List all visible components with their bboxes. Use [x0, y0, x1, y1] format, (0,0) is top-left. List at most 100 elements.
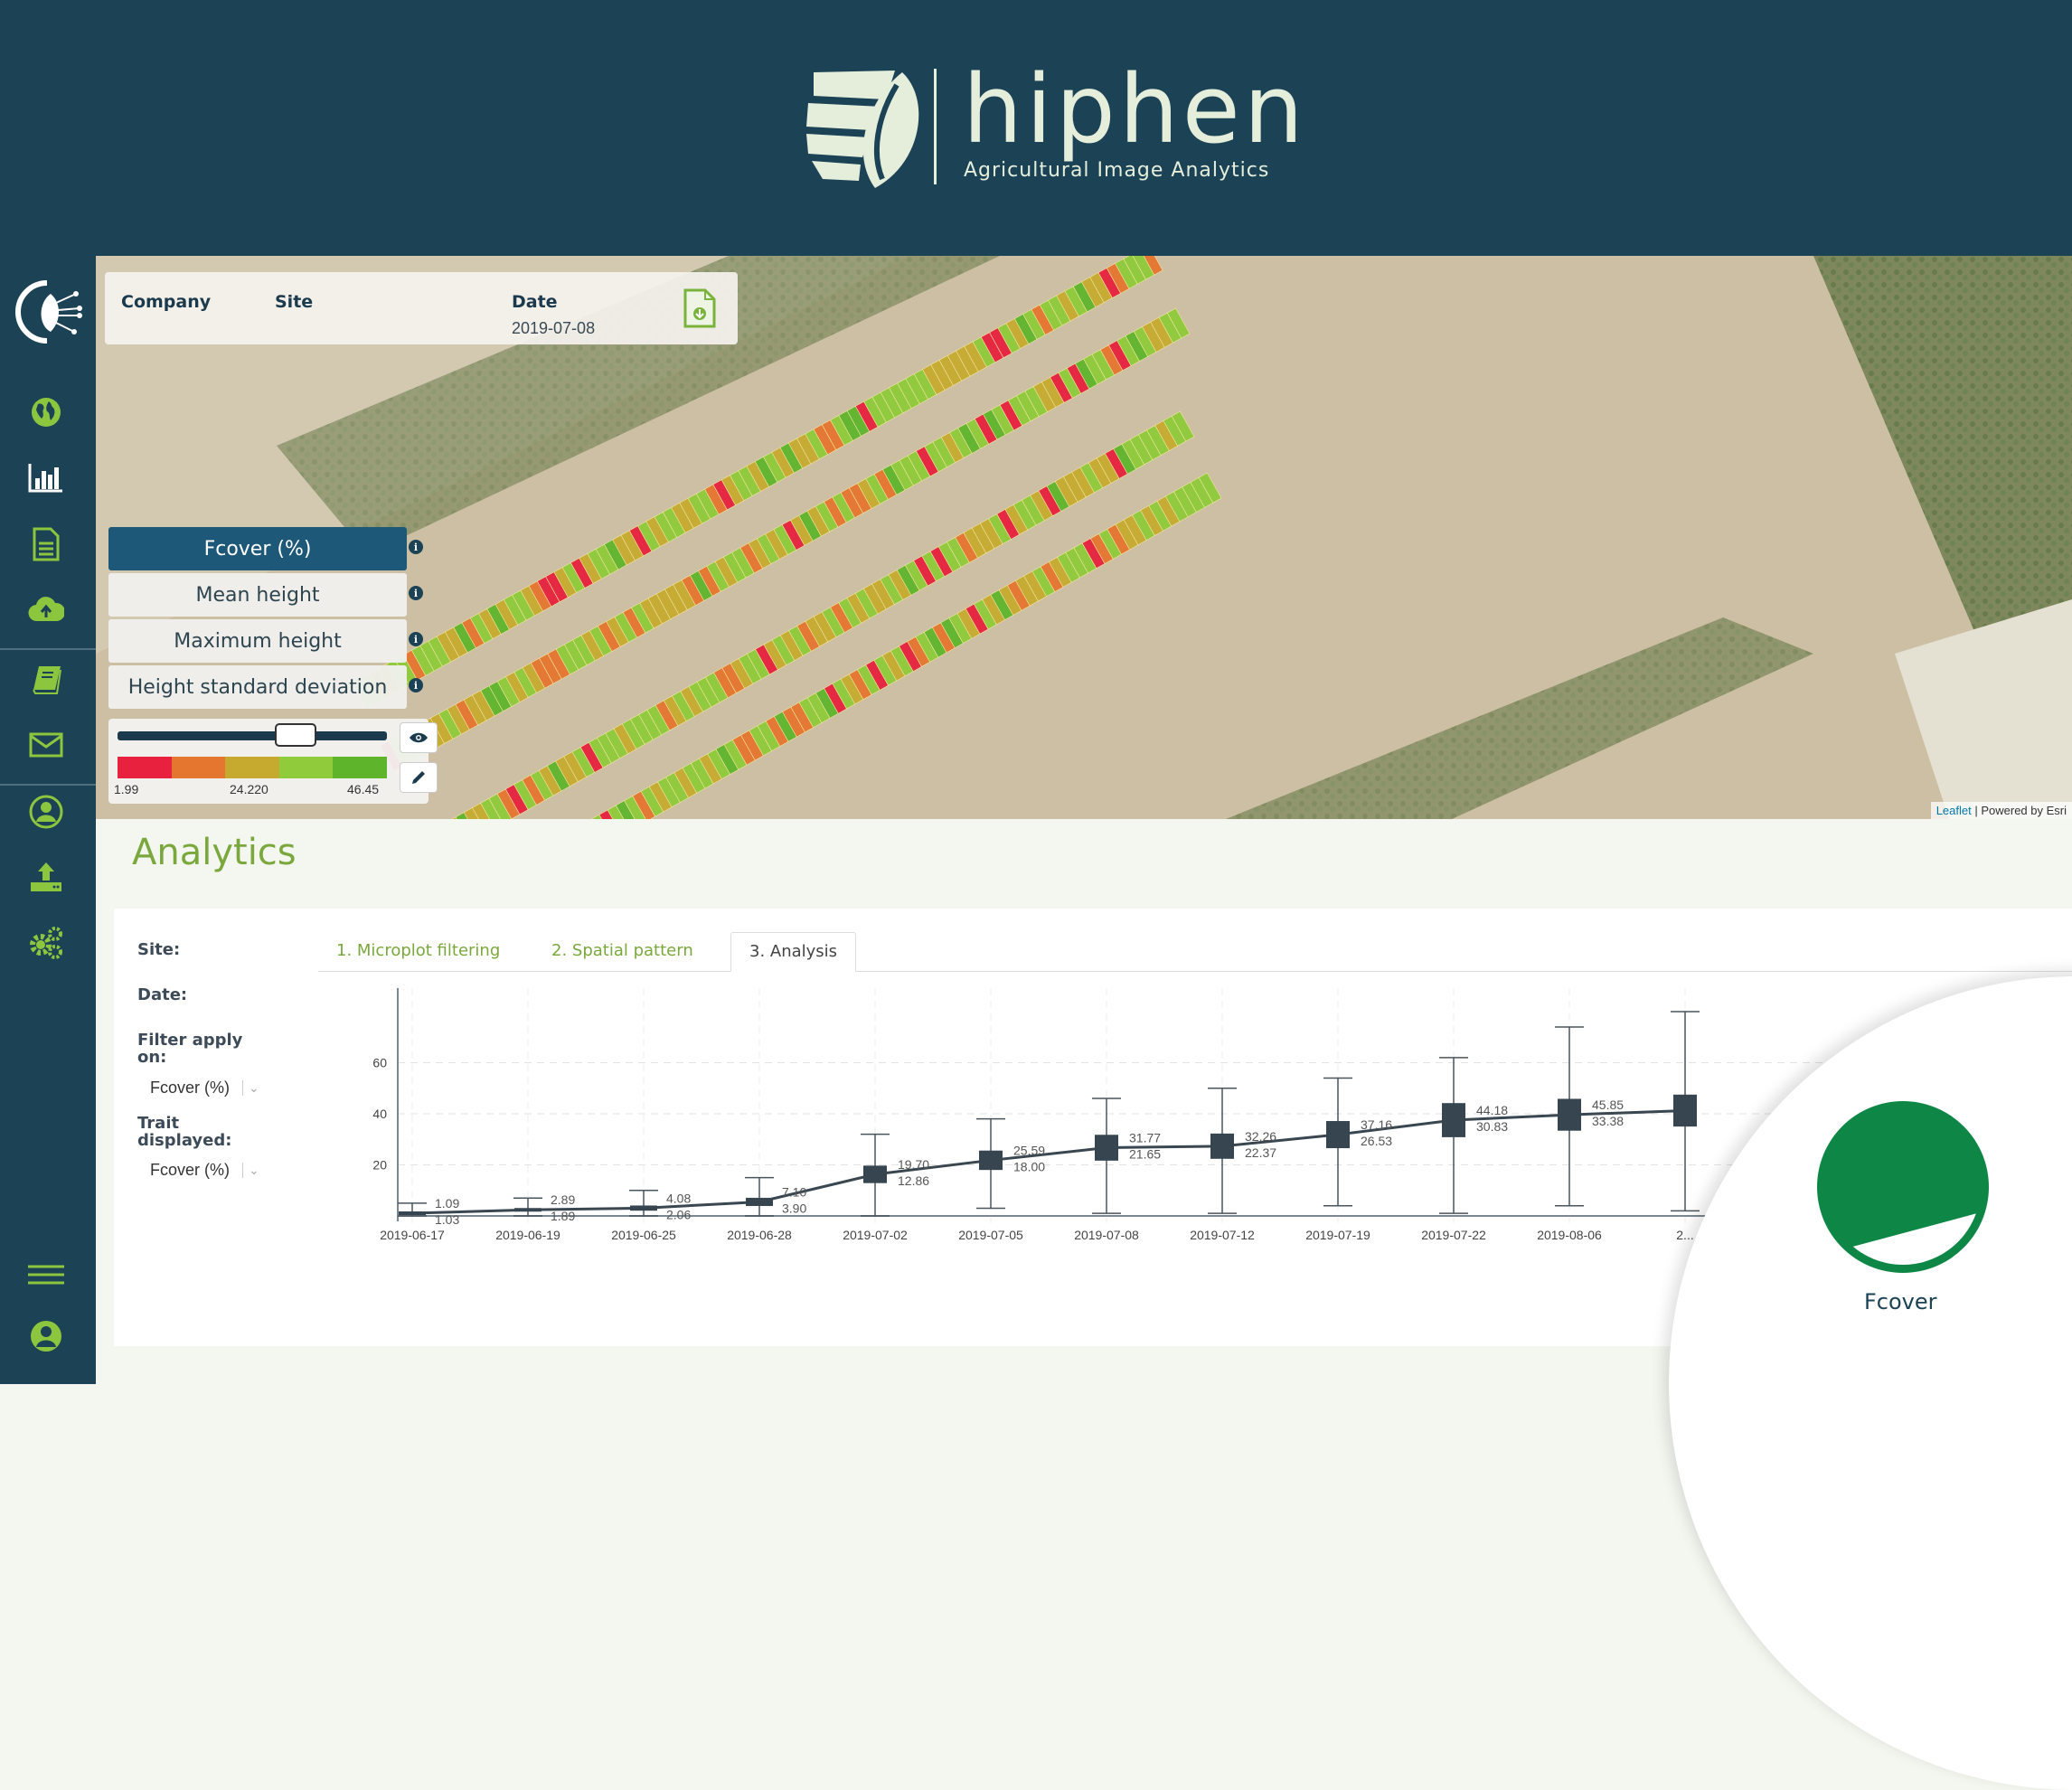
page-title: Analytics: [132, 832, 297, 873]
chevron-down-icon: ⌄: [242, 1080, 259, 1096]
upper-quartile-label: 45.85: [1592, 1098, 1624, 1112]
upper-quartile-label: 7.10: [782, 1184, 806, 1199]
x-tick-label: 2019-07-02: [843, 1228, 908, 1242]
user-account-icon[interactable]: [25, 1315, 67, 1357]
header-banner: hiphen Agricultural Image Analytics: [0, 0, 2072, 256]
gears-icon[interactable]: [25, 921, 67, 963]
map-view[interactable]: Company Site Date 2019-07-08 Fcover (%) …: [96, 256, 2072, 819]
app-logo-icon[interactable]: [11, 276, 83, 348]
info-icon[interactable]: i: [409, 632, 423, 646]
user-circle-icon[interactable]: [25, 791, 67, 833]
trait-button-height-std[interactable]: Height standard deviation i: [108, 665, 423, 709]
x-tick-label: 2019-07-05: [958, 1228, 1023, 1242]
file-download-icon[interactable]: [683, 288, 716, 332]
map-info-card: Company Site Date 2019-07-08: [105, 272, 738, 344]
brand-name: hiphen: [963, 54, 1307, 165]
trait-select[interactable]: Fcover (%) ⌄: [150, 1161, 286, 1180]
slider-thumb[interactable]: [274, 723, 316, 747]
upper-quartile-label: 44.18: [1476, 1103, 1508, 1117]
info-icon[interactable]: i: [409, 678, 423, 692]
upper-quartile-label: 37.16: [1361, 1117, 1392, 1132]
sidebar-divider: [0, 784, 96, 786]
ramp-segment: [278, 757, 334, 778]
color-ramp: [118, 757, 387, 778]
legend-max: 46.45: [347, 782, 380, 796]
box: [979, 1150, 1003, 1171]
book-icon[interactable]: [25, 659, 67, 701]
trait-button-maximum-height[interactable]: Maximum height i: [108, 619, 423, 663]
x-tick-label: 2019-06-28: [727, 1228, 792, 1242]
box: [746, 1197, 773, 1206]
envelope-icon[interactable]: [25, 724, 67, 766]
trait-button-fcover[interactable]: Fcover (%) i: [108, 527, 423, 570]
lower-quartile-label: 26.53: [1361, 1134, 1392, 1148]
hamburger-menu-icon[interactable]: [25, 1254, 67, 1295]
upload-tray-icon[interactable]: [25, 856, 67, 898]
x-tick-label: 2019-08-06: [1537, 1228, 1602, 1242]
box: [1442, 1103, 1465, 1137]
box: [863, 1165, 887, 1183]
lower-quartile-label: 3.90: [782, 1201, 806, 1215]
x-tick-label: 2019-07-08: [1074, 1228, 1139, 1242]
brand-tagline: Agricultural Image Analytics: [964, 159, 1270, 182]
legend-min: 1.99: [114, 782, 139, 796]
map-attribution: Leaflet | Powered by Esri: [1930, 802, 2072, 819]
leaflet-link[interactable]: Leaflet: [1936, 804, 1972, 817]
site-field-label: Site:: [137, 940, 181, 959]
x-tick-label: 2019-07-12: [1190, 1228, 1255, 1242]
filter-select-value: Fcover (%): [150, 1079, 231, 1097]
y-tick-label: 20: [372, 1158, 387, 1173]
info-icon[interactable]: i: [409, 540, 423, 554]
ramp-segment: [118, 757, 172, 778]
cloud-upload-icon[interactable]: [25, 589, 67, 630]
filter-field-label: Filter apply on:: [137, 1031, 243, 1067]
globe-icon[interactable]: [25, 391, 67, 433]
x-tick-label: 2019-07-19: [1305, 1228, 1370, 1242]
x-tick-label: 2019-07-22: [1421, 1228, 1486, 1242]
tab-microplot-filtering[interactable]: 1. Microplot filtering: [318, 932, 518, 972]
ramp-segment: [225, 757, 279, 778]
lower-quartile-label: 33.38: [1592, 1114, 1624, 1128]
box: [1095, 1135, 1118, 1161]
x-tick-label: 2...: [1676, 1228, 1693, 1242]
color-legend: 1.99 24.220 46.45: [108, 719, 438, 804]
sidebar-divider: [0, 648, 96, 650]
lower-quartile-label: 22.37: [1245, 1145, 1276, 1160]
upper-quartile-label: 25.59: [1013, 1143, 1045, 1157]
filter-select[interactable]: Fcover (%) ⌄: [150, 1079, 286, 1098]
sidebar: [0, 256, 96, 1384]
bar-chart-icon[interactable]: [25, 457, 67, 498]
trait-label: Height standard deviation: [127, 675, 388, 699]
y-tick-label: 60: [372, 1056, 387, 1070]
box: [514, 1208, 542, 1212]
pencil-icon: [412, 771, 425, 784]
lower-quartile-label: 1.89: [551, 1209, 575, 1223]
trait-label: Maximum height: [174, 629, 342, 653]
lower-quartile-label: 18.00: [1013, 1159, 1045, 1173]
toggle-visibility-button[interactable]: [400, 722, 438, 753]
ramp-segment: [171, 757, 226, 778]
document-icon[interactable]: [25, 523, 67, 565]
upper-quartile-label: 31.77: [1129, 1131, 1161, 1145]
tab-spatial-pattern[interactable]: 2. Spatial pattern: [533, 932, 711, 972]
date-field-label: Date:: [137, 985, 188, 1004]
date-value: 2019-07-08: [512, 319, 596, 337]
analytics-tabs: 1. Microplot filtering 2. Spatial patter…: [318, 932, 2072, 972]
opacity-slider[interactable]: [118, 723, 387, 747]
legend-mid: 24.220: [230, 782, 268, 796]
trait-label: Fcover (%): [203, 537, 312, 561]
info-icon[interactable]: i: [409, 586, 423, 600]
upper-quartile-label: 4.08: [666, 1191, 691, 1205]
trait-select-value: Fcover (%): [150, 1161, 231, 1179]
trait-button-mean-height[interactable]: Mean height i: [108, 573, 423, 617]
site-label: Site: [275, 292, 314, 312]
trait-field-label: Trait displayed:: [137, 1114, 232, 1150]
leaf-logo-icon: [806, 71, 919, 188]
fcover-gauge-icon: [1817, 1101, 1989, 1273]
ramp-segment: [333, 757, 387, 778]
eye-icon: [410, 732, 428, 743]
box: [1673, 1094, 1697, 1127]
tab-analysis[interactable]: 3. Analysis: [730, 932, 857, 972]
edit-legend-button[interactable]: [400, 762, 438, 793]
box: [1558, 1098, 1581, 1131]
